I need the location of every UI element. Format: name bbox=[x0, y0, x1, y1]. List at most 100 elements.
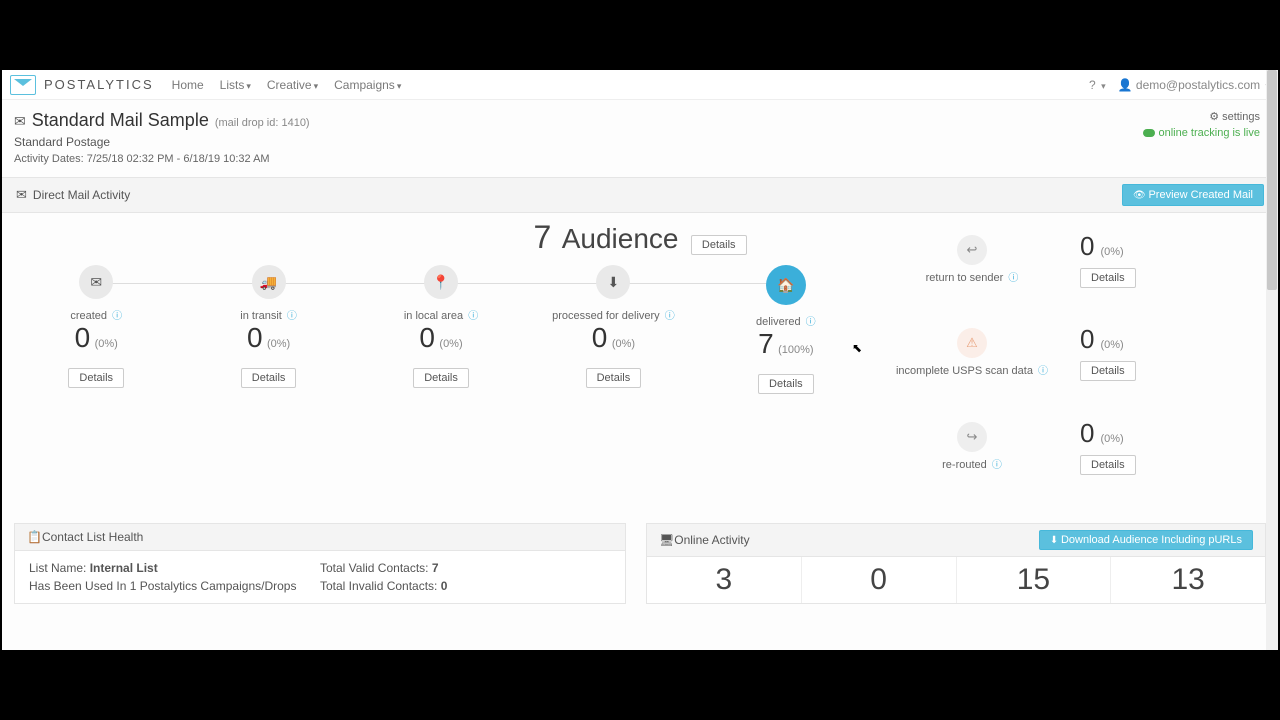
stage-label: created bbox=[10, 307, 182, 322]
stage-pct: (100%) bbox=[778, 344, 813, 356]
nav-creative[interactable]: Creative▾ bbox=[267, 78, 318, 92]
side-label: return to sender bbox=[892, 269, 1052, 284]
side-count: 0 bbox=[1080, 324, 1094, 355]
stage-details-button[interactable]: Details bbox=[68, 368, 124, 388]
valid-count: 7 bbox=[432, 561, 439, 575]
scrollbar-thumb[interactable] bbox=[1267, 70, 1277, 290]
side-pct: (0%) bbox=[1100, 246, 1123, 258]
stage-in-transit: 🚚 in transit 0 (0%) Details bbox=[182, 265, 354, 394]
scrollbar[interactable] bbox=[1266, 70, 1278, 650]
stage-details-button[interactable]: Details bbox=[413, 368, 469, 388]
invalid-count: 0 bbox=[441, 579, 448, 593]
audience-count: 7 bbox=[533, 219, 551, 255]
online-stat: 0 bbox=[802, 557, 957, 603]
side-icon: ↪ bbox=[957, 422, 987, 452]
side-icon: ↩ bbox=[957, 235, 987, 265]
stage-icon: ✉ bbox=[79, 265, 113, 299]
drop-id: (mail drop id: 1410) bbox=[215, 117, 310, 129]
side-pct: (0%) bbox=[1100, 339, 1123, 351]
side-stat: 0 (0%) Details bbox=[1080, 418, 1262, 475]
stage-label: in transit bbox=[182, 307, 354, 322]
stage-count: 0 bbox=[419, 322, 435, 353]
stage-icon: 📍 bbox=[424, 265, 458, 299]
info-icon[interactable] bbox=[110, 310, 122, 322]
audience-details-button[interactable]: Details bbox=[691, 235, 747, 255]
info-icon[interactable] bbox=[990, 459, 1002, 471]
user-menu[interactable]: 👤 demo@postalytics.com ▾ bbox=[1118, 78, 1270, 92]
brand-logo[interactable]: POSTALYTICS bbox=[10, 75, 154, 95]
online-stat: 15 bbox=[957, 557, 1112, 603]
envelope-icon bbox=[14, 113, 26, 131]
invalid-label: Total Invalid Contacts: bbox=[320, 579, 441, 593]
side-icon: ⚠ bbox=[957, 328, 987, 358]
side-label: incomplete USPS scan data bbox=[892, 362, 1052, 377]
nav-campaigns[interactable]: Campaigns▾ bbox=[334, 78, 401, 92]
page-header: Standard Mail Sample (mail drop id: 1410… bbox=[2, 100, 1278, 171]
stage-in-local-area: 📍 in local area 0 (0%) Details bbox=[355, 265, 527, 394]
stage-label: delivered bbox=[700, 313, 872, 328]
side-item-re-routed: ↪ re-routed bbox=[892, 422, 1052, 471]
stage-count: 7 bbox=[758, 328, 774, 359]
online-stat: 3 bbox=[647, 557, 802, 603]
funnel-panel: 7 Audience Details ⬉ ✉created 0 (0%)Deta… bbox=[2, 213, 1278, 513]
stage-icon: ⬇ bbox=[596, 265, 630, 299]
stage-details-button[interactable]: Details bbox=[758, 374, 814, 394]
info-icon[interactable] bbox=[1006, 272, 1018, 284]
mail-icon bbox=[16, 187, 33, 203]
monitor-icon: 🖥 bbox=[659, 533, 674, 547]
direct-mail-header: Direct Mail Activity Preview Created Mai… bbox=[2, 177, 1278, 213]
info-icon[interactable] bbox=[663, 310, 675, 322]
side-count: 0 bbox=[1080, 418, 1094, 449]
brand-name: POSTALYTICS bbox=[44, 77, 154, 92]
info-icon[interactable] bbox=[285, 310, 297, 322]
panel-title: Direct Mail Activity bbox=[33, 188, 130, 202]
stage-label: processed for delivery bbox=[527, 307, 699, 322]
stage-icon: 🚚 bbox=[252, 265, 286, 299]
side-details-button[interactable]: Details bbox=[1080, 268, 1136, 288]
online-stat: 13 bbox=[1111, 557, 1265, 603]
stage-processed-for-delivery: ⬇processed for delivery 0 (0%)Details bbox=[527, 265, 699, 394]
stage-pct: (0%) bbox=[439, 338, 462, 350]
stage-details-button[interactable]: Details bbox=[241, 368, 297, 388]
side-details-button[interactable]: Details bbox=[1080, 361, 1136, 381]
online-header: Online Activity bbox=[674, 533, 749, 547]
page-title: Standard Mail Sample bbox=[32, 110, 209, 131]
stage-created: ✉ created 0 (0%) Details bbox=[10, 265, 182, 394]
side-stat: 0 (0%) Details bbox=[1080, 231, 1262, 288]
nav-lists[interactable]: Lists▾ bbox=[220, 78, 251, 92]
top-navbar: POSTALYTICS Home Lists▾ Creative▾ Campai… bbox=[2, 70, 1278, 100]
stage-pct: (0%) bbox=[95, 338, 118, 350]
stage-count: 0 bbox=[247, 322, 263, 353]
activity-dates: Activity Dates: 7/25/18 02:32 PM - 6/18/… bbox=[14, 153, 1266, 165]
help-icon[interactable]: ? ▾ bbox=[1089, 78, 1106, 92]
list-name-label: List Name: bbox=[29, 561, 90, 575]
stage-label: in local area bbox=[355, 307, 527, 322]
settings-link[interactable]: settings bbox=[1143, 110, 1261, 123]
side-item-return-to-sender: ↩ return to sender bbox=[892, 235, 1052, 284]
stage-pct: (0%) bbox=[267, 338, 290, 350]
stage-details-button[interactable]: Details bbox=[586, 368, 642, 388]
side-label: re-routed bbox=[892, 456, 1052, 471]
info-icon[interactable] bbox=[1036, 365, 1048, 377]
list-name-value: Internal List bbox=[90, 561, 158, 575]
valid-label: Total Valid Contacts: bbox=[320, 561, 432, 575]
stage-count: 0 bbox=[75, 322, 91, 353]
side-count: 0 bbox=[1080, 231, 1094, 262]
side-stat: 0 (0%) Details bbox=[1080, 324, 1262, 381]
side-item-incomplete-USPS-scan-data: ⚠ incomplete USPS scan data bbox=[892, 328, 1052, 377]
stage-delivered: 🏠delivered 7 (100%)Details bbox=[700, 265, 872, 394]
online-activity-card: 🖥 Online Activity Download Audience Incl… bbox=[646, 523, 1266, 604]
side-details-button[interactable]: Details bbox=[1080, 455, 1136, 475]
tracking-status: online tracking is live bbox=[1143, 127, 1261, 139]
info-icon[interactable] bbox=[804, 316, 816, 328]
contact-header: Contact List Health bbox=[42, 530, 143, 544]
preview-mail-button[interactable]: Preview Created Mail bbox=[1122, 184, 1264, 206]
mail-logo-icon bbox=[10, 75, 36, 95]
stage-count: 0 bbox=[592, 322, 608, 353]
contacts-icon: 📋 bbox=[27, 530, 42, 544]
side-pct: (0%) bbox=[1100, 433, 1123, 445]
nav-home[interactable]: Home bbox=[172, 78, 204, 92]
info-icon[interactable] bbox=[466, 310, 478, 322]
audience-label: Audience bbox=[562, 223, 679, 254]
download-audience-button[interactable]: Download Audience Including pURLs bbox=[1039, 530, 1253, 550]
